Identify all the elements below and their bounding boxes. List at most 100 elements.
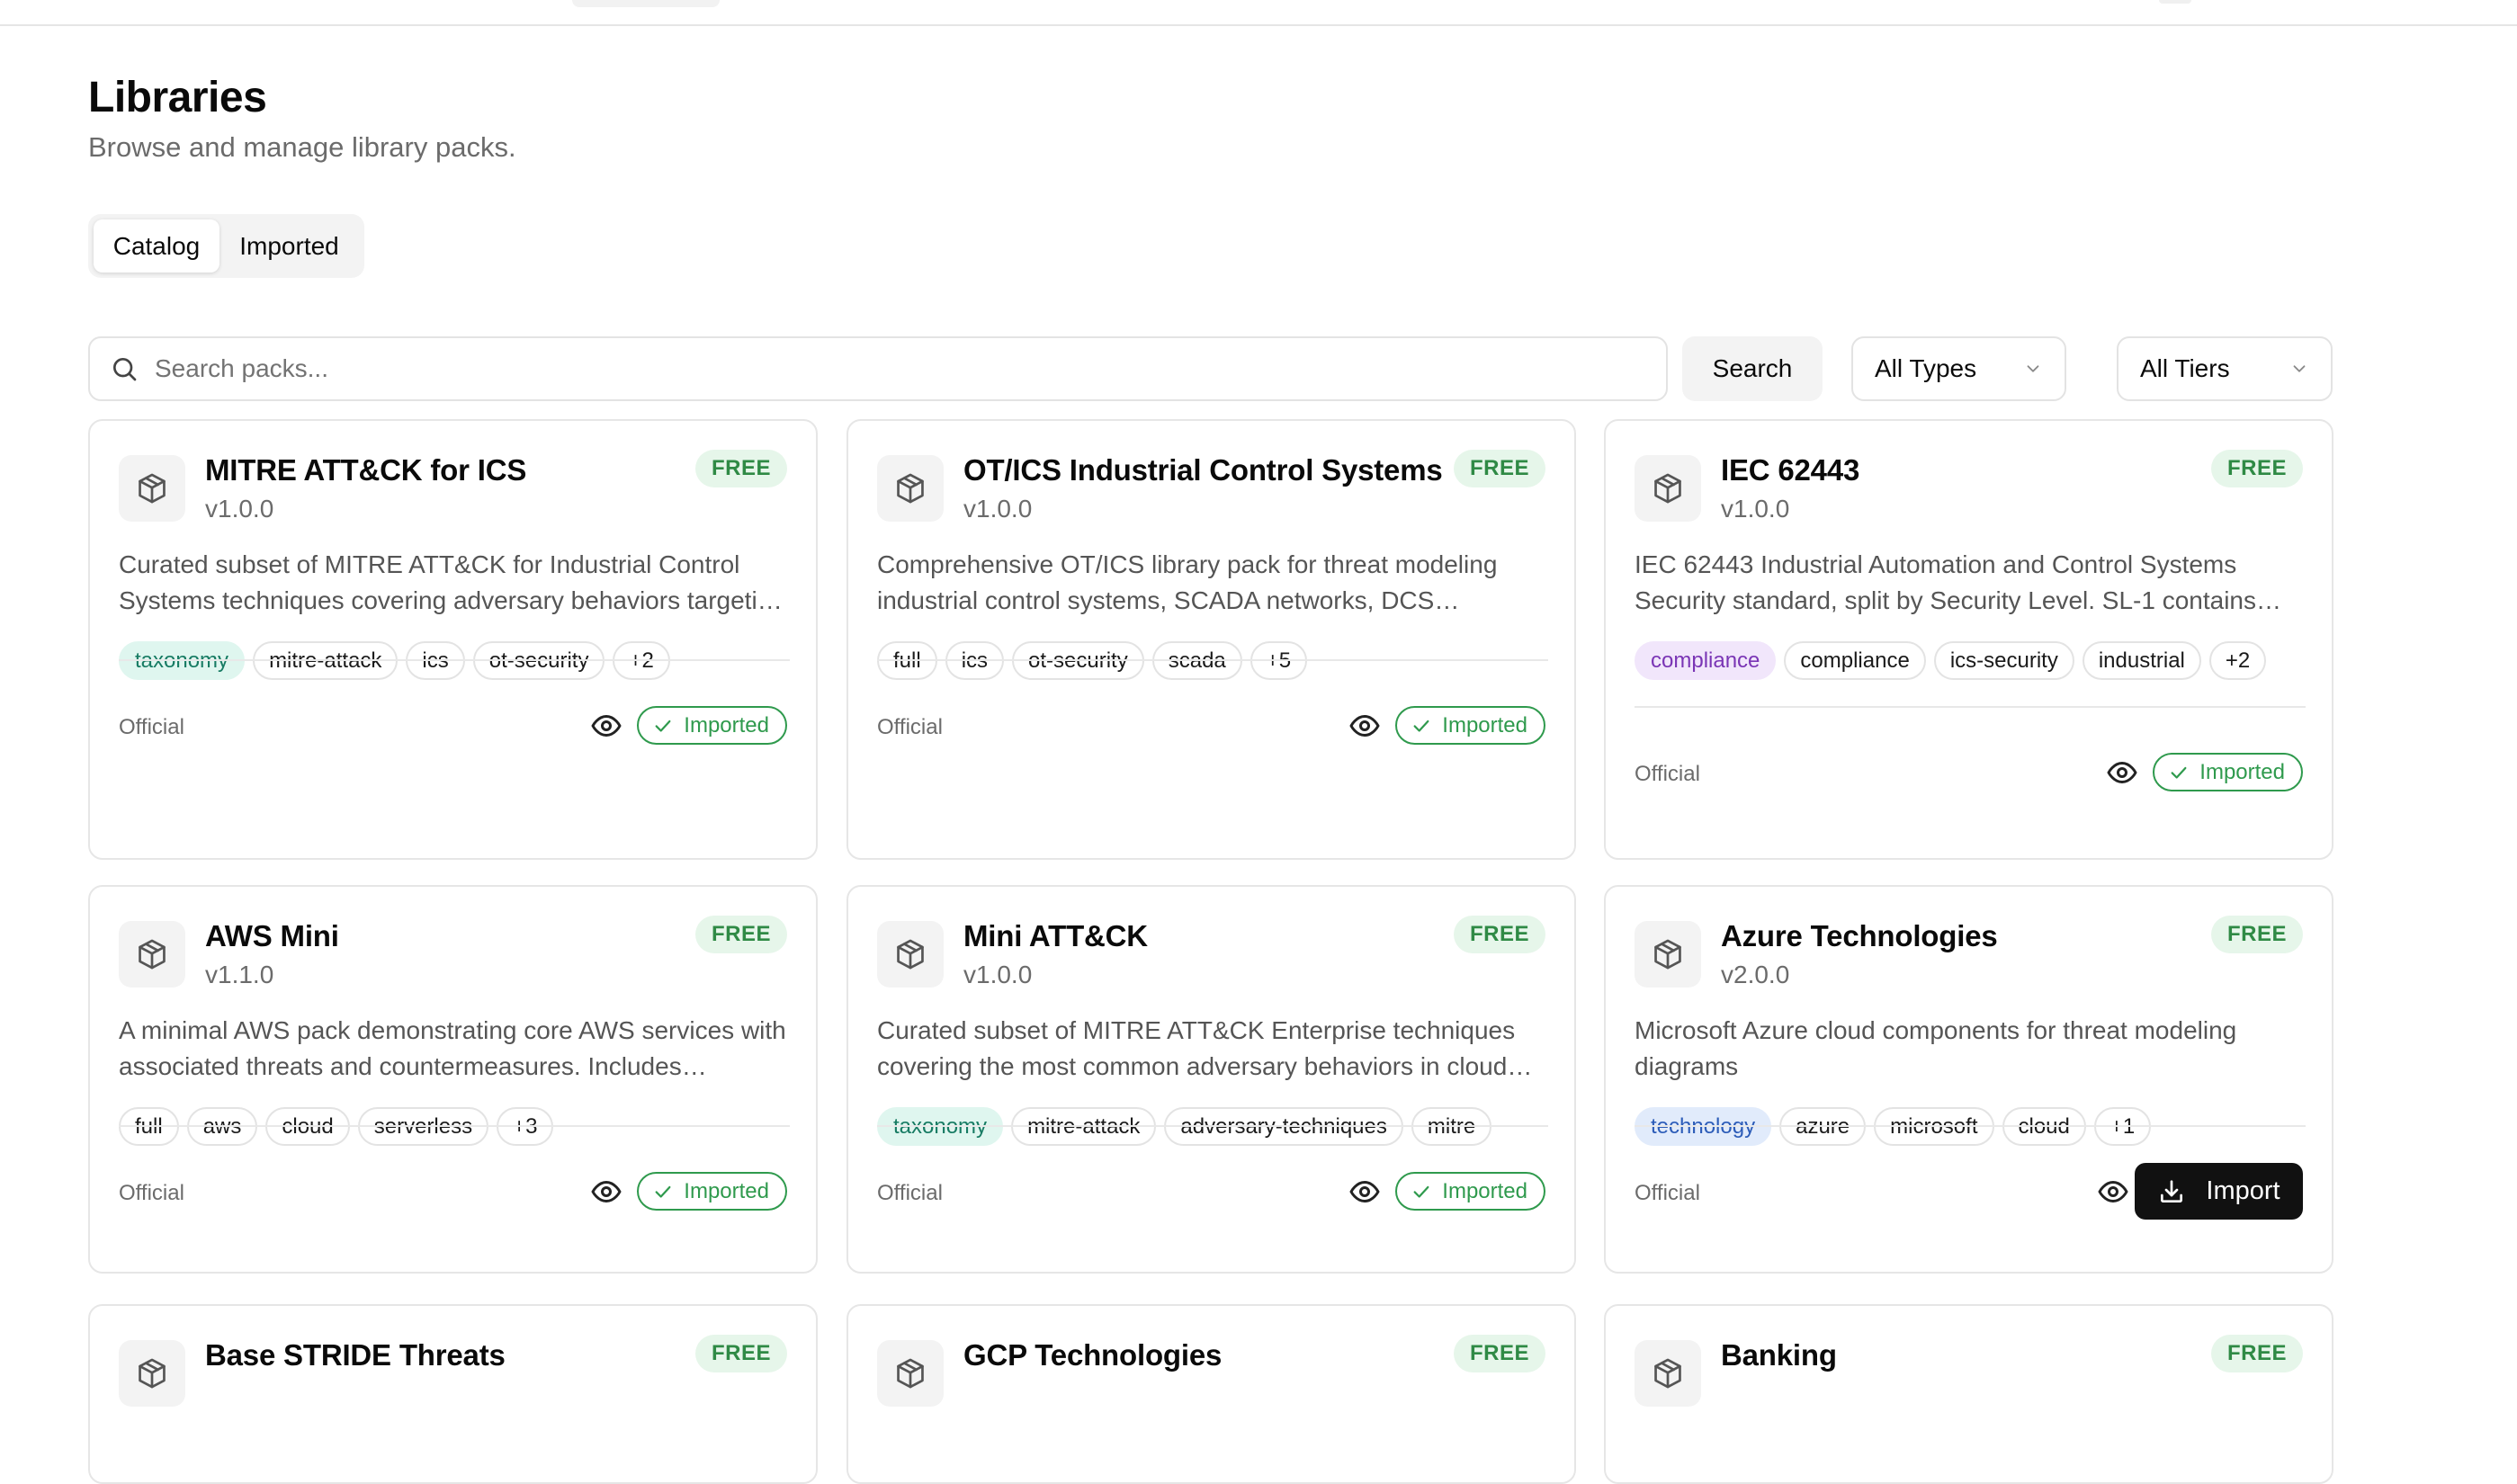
package-icon: [1654, 939, 1681, 970]
package-icon: [1654, 473, 1681, 504]
pack-name: OT/ICS Industrial Control Systems: [963, 453, 1443, 487]
pack-name: IEC 62443: [1721, 453, 1860, 487]
pack-name: AWS Mini: [205, 919, 339, 952]
tier-badge: FREE: [1453, 450, 1545, 487]
chevron-down-icon: [2293, 365, 2306, 372]
tag: compliance: [1784, 641, 1926, 680]
pack-source: Official: [877, 1181, 943, 1205]
library-pack-card[interactable]: IEC 62443 v1.0.0 FREE IEC 62443 Industrial …: [1604, 419, 2333, 860]
eye-icon: [2098, 1181, 2128, 1202]
search-box: [88, 336, 1668, 401]
library-pack-card[interactable]: Mini ATT&CK v1.0.0 FREE Curated subset of M…: [846, 885, 1576, 1274]
pack-name: Banking: [1721, 1338, 1837, 1372]
package-icon: [1654, 1358, 1681, 1389]
tier-filter-value: All Tiers: [2140, 354, 2230, 382]
nav-item-partial[interactable]: [572, 0, 720, 7]
card-divider: [877, 659, 1548, 661]
tier-badge: FREE: [694, 1335, 787, 1372]
tier-badge: FREE: [1453, 1335, 1545, 1372]
pack-name: Mini ATT&CK: [963, 919, 1148, 952]
library-pack-card[interactable]: Base STRIDE Threats FREE: [88, 1304, 818, 1484]
package-icon-tile: [1635, 1340, 1701, 1407]
preview-button[interactable]: [2097, 1176, 2129, 1208]
tier-badge: FREE: [694, 450, 787, 487]
import-button[interactable]: Import: [2135, 1163, 2303, 1220]
pack-description: Microsoft Azure cloud components for thr…: [1635, 1016, 2237, 1080]
package-icon: [897, 939, 924, 970]
pack-name: MITRE ATT&CK for ICS: [205, 453, 527, 487]
imported-status-button[interactable]: Imported: [2153, 753, 2303, 791]
tag: ics-security: [1933, 641, 2074, 680]
type-tag: compliance: [1635, 641, 1777, 680]
check-icon: [655, 1185, 671, 1198]
package-icon: [139, 473, 166, 504]
card-divider: [119, 659, 790, 661]
top-navigation-bar: [0, 0, 2517, 26]
imported-status-label: Imported: [1442, 1178, 1527, 1203]
package-icon-tile: [877, 1340, 944, 1407]
imported-status-button[interactable]: Imported: [1395, 1172, 1545, 1211]
pack-name: Azure Technologies: [1721, 919, 1998, 952]
pack-description: Curated subset of MITRE ATT&CK Enterpris…: [877, 1016, 1516, 1080]
card-divider: [877, 1125, 1548, 1127]
page-title: Libraries: [88, 74, 267, 121]
library-pack-card[interactable]: MITRE ATT&CK for ICS v1.0.0 FREE Curated su…: [88, 419, 818, 860]
library-pack-card[interactable]: Banking FREE: [1604, 1304, 2333, 1484]
tier-filter-select[interactable]: All Tiers: [2117, 336, 2333, 401]
eye-icon: [1349, 1181, 1380, 1202]
tab-catalog[interactable]: Catalog: [94, 219, 219, 273]
more-tags-count[interactable]: +2: [2208, 641, 2267, 680]
tier-badge: FREE: [1453, 916, 1545, 953]
library-pack-card[interactable]: Azure Technologies v2.0.0 FREE Microsoft Az…: [1604, 885, 2333, 1274]
library-pack-card[interactable]: AWS Mini v1.1.0 FREE A minimal AWS pack dem…: [88, 885, 818, 1274]
preview-button[interactable]: [2106, 756, 2138, 789]
package-icon-tile: [1635, 455, 1701, 522]
tag: industrial: [2082, 641, 2201, 680]
tier-badge: FREE: [694, 916, 787, 953]
download-icon: [2161, 1179, 2183, 1202]
preview-button[interactable]: [590, 710, 623, 742]
pack-source: Official: [119, 715, 184, 739]
eye-icon: [591, 715, 622, 737]
package-icon: [139, 1358, 166, 1389]
imported-status-button[interactable]: Imported: [1395, 706, 1545, 745]
imported-status-button[interactable]: Imported: [637, 1172, 787, 1211]
package-icon: [897, 473, 924, 504]
library-pack-card[interactable]: GCP Technologies FREE: [846, 1304, 1576, 1484]
check-icon: [2171, 766, 2187, 779]
preview-button[interactable]: [1348, 710, 1381, 742]
main-content: Libraries Browse and manage library pack…: [88, 26, 2333, 1484]
avatar-partial[interactable]: [2159, 0, 2191, 4]
pack-version: v1.0.0: [1721, 495, 1790, 523]
search-button[interactable]: Search: [1682, 336, 1823, 401]
preview-button[interactable]: [1348, 1176, 1381, 1208]
check-icon: [1413, 720, 1429, 732]
tier-badge: FREE: [2210, 1335, 2303, 1372]
package-icon-tile: [877, 455, 944, 522]
search-input[interactable]: [155, 354, 1594, 383]
eye-icon: [2107, 762, 2137, 783]
pack-name: GCP Technologies: [963, 1338, 1223, 1372]
pack-version: v2.0.0: [1721, 961, 1790, 988]
library-pack-card[interactable]: OT/ICS Industrial Control Systems v1.0.0 F…: [846, 419, 1576, 860]
pack-description: A minimal AWS pack demonstrating core AW…: [119, 1016, 786, 1080]
page-subtitle: Browse and manage library packs.: [88, 131, 516, 163]
check-icon: [1413, 1185, 1429, 1198]
pack-version: v1.0.0: [205, 495, 274, 523]
imported-status-button[interactable]: Imported: [637, 706, 787, 745]
chevron-down-icon: [2027, 365, 2039, 372]
package-icon-tile: [877, 921, 944, 988]
card-divider: [119, 1125, 790, 1127]
check-icon: [655, 720, 671, 732]
preview-button[interactable]: [590, 1176, 623, 1208]
pack-source: Official: [1635, 1181, 1700, 1205]
pack-description: IEC 62443 Industrial Automation and Cont…: [1635, 550, 2257, 614]
tab-imported[interactable]: Imported: [219, 219, 359, 273]
tier-badge: FREE: [2210, 916, 2303, 953]
package-icon-tile: [119, 455, 185, 522]
type-filter-select[interactable]: All Types: [1851, 336, 2066, 401]
package-icon: [139, 939, 166, 970]
eye-icon: [1349, 715, 1380, 737]
pack-source: Official: [1635, 762, 1700, 786]
package-icon: [897, 1358, 924, 1389]
